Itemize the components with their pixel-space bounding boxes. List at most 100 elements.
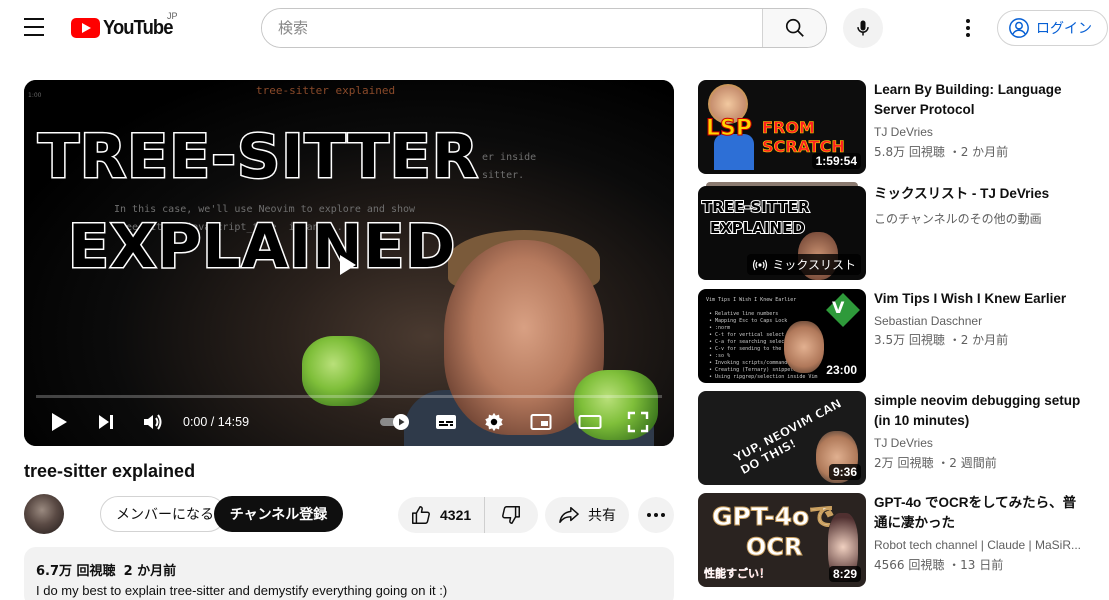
related-video-channel[interactable]: Robot tech channel | Claude | MaSiR... [874,538,1081,552]
logo-text: YouTube [103,16,173,39]
related-video-title[interactable]: Learn By Building: Language Server Proto… [874,80,1089,120]
search-button[interactable] [762,9,826,47]
related-video-item[interactable]: LSP FROM SCRATCH 1:59:54 Learn By Buildi… [698,80,1098,174]
subscribe-button[interactable]: チャンネル登録 [214,496,343,532]
related-video-channel[interactable]: TJ DeVries [874,436,933,450]
autoplay-toggle-icon [380,414,409,430]
mix-badge-label: ミックスリスト [772,258,856,272]
thumb-text: FROM SCRATCH [762,118,845,157]
gear-icon [485,412,503,432]
dot-icon [661,513,665,517]
subscribe-label: チャンネル登録 [229,507,328,523]
player-controls: 0:00 / 14:59 [24,406,674,438]
related-video-channel[interactable]: このチャンネルのその他の動画 [874,210,1042,227]
login-button[interactable]: ログイン [997,10,1108,46]
share-label: 共有 [588,508,616,524]
video-thumbnail[interactable]: Vim Tips I Wish I Knew Earlier • Relativ… [698,289,866,383]
dot-icon [654,513,658,517]
related-video-meta: 2万 回視聴 ・2 週間前 [874,456,997,470]
login-label: ログイン [1036,21,1092,37]
thumb-text: LSP [706,116,753,142]
region-code: JP [167,11,178,21]
video-thumbnail[interactable]: GPT-4oで OCR 性能すごい！ 8:29 [698,493,866,587]
dot-icon [966,19,970,23]
large-play-button[interactable] [316,245,380,285]
masthead: YouTube JP ログイン [0,0,1109,56]
thumb-text: GPT-4oで [711,502,835,532]
frame-marker: 1:00 [28,92,42,99]
video-code-line: sitter. [482,170,525,181]
related-video-title[interactable]: simple neovim debugging setup (in 10 min… [874,391,1089,431]
upload-age: 2 か月前 [123,564,177,579]
related-video-item[interactable]: YUP, NEOVIM CAN DO THIS! 9:36 simple neo… [698,391,1098,485]
mix-playlist-item[interactable]: TREE-SITTER EXPLAINED ミックスリスト ミックスリスト - … [698,182,1098,280]
video-player[interactable]: 1:00 tree-sitter explained er inside sit… [24,80,674,446]
description-text: I do my best to explain tree-sitter and … [36,583,448,598]
thumb-text: EXPLAINED [709,218,806,238]
duration-badge: 23:00 [822,362,861,378]
related-video-meta: 5.8万 回視聴 ・2 か月前 [874,145,1009,159]
related-video-title[interactable]: ミックスリスト - TJ DeVries [874,184,1089,204]
view-count: 6.7万 回視聴 [36,564,116,579]
thumb-text: OCR [746,533,803,562]
video-thumbnail[interactable]: YUP, NEOVIM CAN DO THIS! 9:36 [698,391,866,485]
like-button[interactable]: 4321 [398,497,485,533]
dot-icon [966,26,970,30]
radio-waves-icon [753,259,768,270]
duration-badge: 1:59:54 [811,153,861,169]
like-dislike-group: 4321 [398,497,538,533]
related-video-title[interactable]: Vim Tips I Wish I Knew Earlier [874,289,1089,309]
hamburger-icon[interactable] [24,18,46,38]
video-code-heading: tree-sitter explained [256,84,396,97]
thumb-text: TREE-SITTER [701,197,810,217]
volume-icon [144,414,162,430]
fullscreen-button[interactable] [626,410,650,434]
voice-search-button[interactable] [843,8,883,48]
fullscreen-icon [627,411,649,433]
play-icon [52,413,67,431]
search-box [261,8,827,48]
share-button[interactable]: 共有 [545,497,629,533]
video-title: tree-sitter explained [24,461,196,481]
dislike-button[interactable] [485,497,537,533]
miniplayer-icon [530,414,552,430]
settings-menu-button[interactable] [954,14,982,42]
progress-bar[interactable] [36,395,662,398]
settings-button[interactable] [482,410,506,434]
description-box[interactable]: 6.7万 回視聴 2 か月前 I do my best to explain tr… [24,547,674,600]
related-video-title[interactable]: GPT-4o でOCRをしてみたら、普通に凄かった [874,493,1089,533]
dot-icon [966,33,970,37]
share-arrow-icon [559,507,579,523]
video-thumbnail[interactable]: TREE-SITTER EXPLAINED ミックスリスト [698,186,866,280]
youtube-play-icon [71,18,100,38]
play-button[interactable] [48,410,70,434]
thumb-face [784,321,824,373]
channel-avatar[interactable] [24,494,64,534]
related-video-meta: 3.5万 回視聴 ・2 か月前 [874,333,1009,347]
duration-badge: 9:36 [828,464,861,480]
related-video-item[interactable]: GPT-4oで OCR 性能すごい！ 8:29 GPT-4o でOCRをしてみた… [698,493,1098,587]
next-button[interactable] [95,410,117,434]
subtitles-button[interactable] [434,410,458,434]
video-code-line: er inside [482,152,537,163]
autoplay-toggle[interactable] [378,410,414,434]
theater-mode-button[interactable] [577,410,603,434]
related-video-channel[interactable]: TJ DeVries [874,125,933,139]
thumb-text: 性能すごい！ [704,567,770,580]
description-meta: 6.7万 回視聴 2 か月前 [36,560,662,579]
account-icon [1009,18,1029,38]
related-video-item[interactable]: Vim Tips I Wish I Knew Earlier • Relativ… [698,289,1098,383]
video-overlay-title-line2: EXPLAINED [66,211,457,284]
join-membership-button[interactable]: メンバーになる [100,496,226,532]
dot-icon [647,513,651,517]
time-display: 0:00 / 14:59 [183,415,250,429]
join-label: メンバーになる [116,507,214,523]
more-actions-button[interactable] [638,497,674,533]
search-input[interactable] [262,9,762,47]
video-overlay-title-line1: TREE-SITTER [37,121,480,194]
video-thumbnail[interactable]: LSP FROM SCRATCH 1:59:54 [698,80,866,174]
youtube-logo[interactable]: YouTube [71,16,179,40]
related-video-channel[interactable]: Sebastian Daschner [874,314,982,328]
volume-button[interactable] [141,410,165,434]
miniplayer-button[interactable] [529,410,553,434]
